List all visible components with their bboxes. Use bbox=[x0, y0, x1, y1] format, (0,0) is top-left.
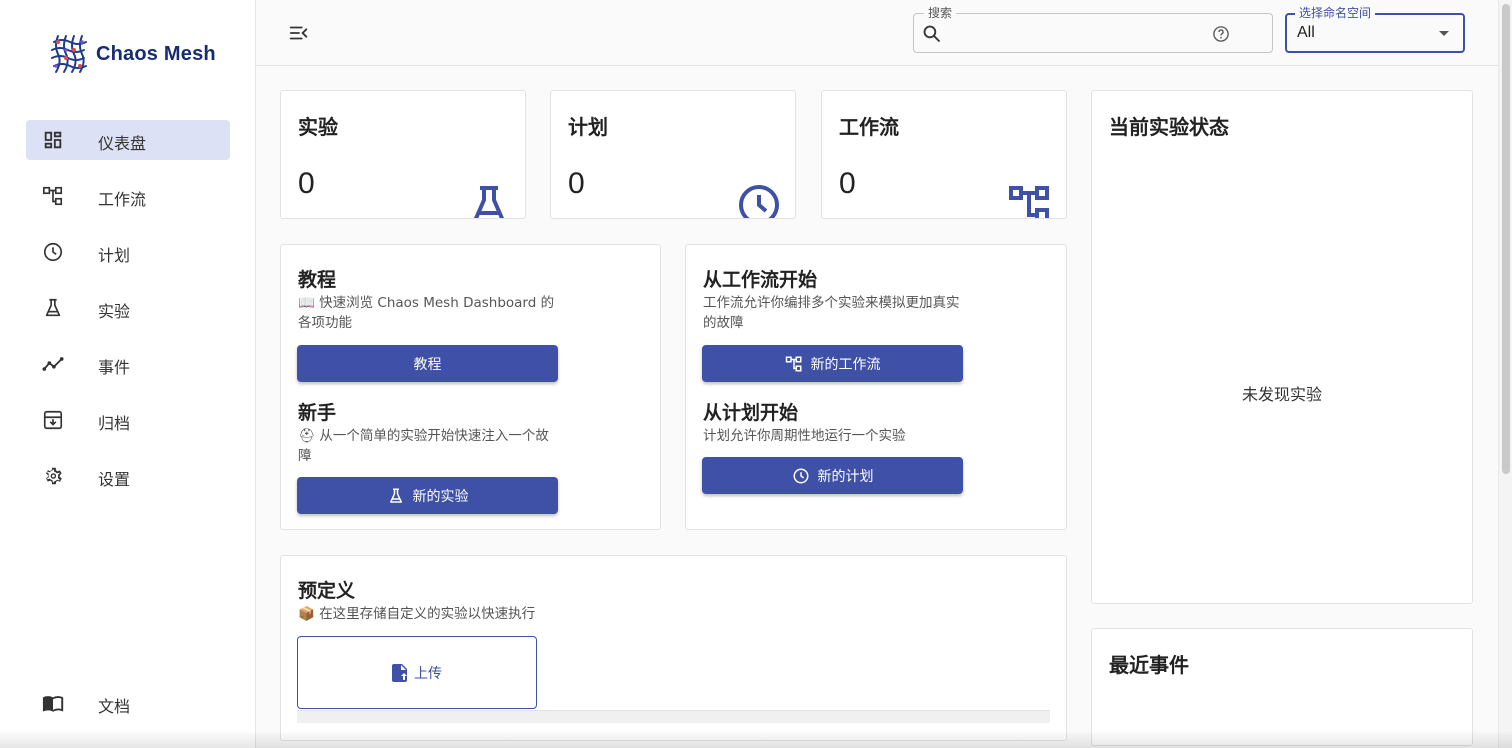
menu-collapse-icon[interactable] bbox=[288, 22, 310, 44]
stat-value: 0 bbox=[298, 167, 315, 200]
new-workflow-button[interactable]: 新的工作流 bbox=[702, 345, 963, 382]
sidebar-item-docs[interactable]: 文档 bbox=[26, 683, 230, 723]
stat-title: 工作流 bbox=[839, 115, 899, 139]
top-bar: 搜索 选择命名空间 All bbox=[256, 0, 1498, 66]
horizontal-scrollbar[interactable] bbox=[297, 710, 1050, 723]
predefined-desc: 📦 在这里存储自定义的实验以快速执行 bbox=[298, 606, 536, 622]
stat-card-experiments[interactable]: 实验 0 bbox=[280, 90, 526, 219]
sidebar-item-label: 实验 bbox=[98, 302, 131, 321]
workflow-start-title: 从工作流开始 bbox=[703, 269, 818, 291]
dashboard-icon bbox=[42, 129, 64, 151]
book-icon bbox=[42, 692, 64, 714]
sidebar-item-events[interactable]: 事件 bbox=[26, 344, 230, 384]
sidebar: Chaos Mesh 仪表盘 工作流 计划 实验 事件 归档 设置 文档 bbox=[0, 0, 256, 748]
sidebar-item-archives[interactable]: 归档 bbox=[26, 400, 230, 440]
archive-icon bbox=[42, 409, 64, 431]
upload-label: 上传 bbox=[414, 665, 442, 682]
sidebar-item-label: 归档 bbox=[98, 414, 131, 433]
newbie-title: 新手 bbox=[298, 402, 337, 424]
flask-icon bbox=[467, 183, 511, 218]
workflow-icon bbox=[42, 185, 64, 207]
tutorial-desc: 📖 快速浏览 Chaos Mesh Dashboard 的各项功能 bbox=[298, 295, 555, 331]
flask-icon bbox=[42, 297, 64, 319]
new-experiment-label: 新的实验 bbox=[412, 488, 469, 505]
sidebar-item-workflow[interactable]: 工作流 bbox=[26, 176, 230, 216]
welcome-card-tutorial: 教程 📖 快速浏览 Chaos Mesh Dashboard 的各项功能 教程 … bbox=[280, 244, 661, 530]
clock-icon bbox=[42, 241, 64, 263]
search-box[interactable]: 搜索 bbox=[913, 5, 1273, 53]
sidebar-item-schedule[interactable]: 计划 bbox=[26, 232, 230, 272]
namespace-value: All bbox=[1297, 24, 1315, 41]
stat-value: 0 bbox=[839, 167, 856, 200]
clock-icon bbox=[737, 183, 781, 218]
chaos-mesh-logo-icon bbox=[51, 35, 87, 73]
events-title: 最近事件 bbox=[1109, 653, 1189, 677]
gear-icon bbox=[42, 465, 64, 487]
new-workflow-label: 新的工作流 bbox=[810, 356, 881, 373]
workflow-icon bbox=[785, 356, 801, 371]
workflow-icon bbox=[1008, 183, 1052, 218]
stat-title: 实验 bbox=[298, 115, 338, 139]
namespace-select[interactable]: 选择命名空间 All bbox=[1285, 5, 1465, 53]
sidebar-item-label: 仪表盘 bbox=[98, 134, 147, 153]
new-schedule-label: 新的计划 bbox=[817, 468, 874, 485]
welcome-card-workflow: 从工作流开始 工作流允许你编排多个实验来模拟更加真实的故障 新的工作流 从计划开… bbox=[685, 244, 1067, 530]
flask-icon bbox=[389, 488, 402, 503]
caret-down-icon bbox=[1439, 31, 1449, 36]
new-schedule-button[interactable]: 新的计划 bbox=[702, 457, 963, 494]
predefined-card: 预定义 📦 在这里存储自定义的实验以快速执行 上传 bbox=[280, 555, 1067, 741]
schedule-start-title: 从计划开始 bbox=[703, 402, 799, 424]
search-icon bbox=[922, 24, 942, 44]
sidebar-item-label: 文档 bbox=[98, 697, 131, 716]
stat-value: 0 bbox=[568, 167, 585, 200]
search-legend: 搜索 bbox=[924, 5, 957, 21]
tutorial-button[interactable]: 教程 bbox=[297, 345, 558, 382]
sidebar-item-label: 设置 bbox=[98, 470, 131, 489]
stat-card-workflows[interactable]: 工作流 0 bbox=[821, 90, 1067, 219]
experiment-status-panel: 当前实验状态 未发现实验 bbox=[1091, 90, 1473, 604]
logo[interactable]: Chaos Mesh bbox=[46, 32, 216, 76]
sidebar-item-experiments[interactable]: 实验 bbox=[26, 288, 230, 328]
tutorial-title: 教程 bbox=[298, 269, 337, 291]
file-upload-icon bbox=[392, 663, 407, 682]
sidebar-item-dashboard[interactable]: 仪表盘 bbox=[26, 120, 230, 160]
new-experiment-button[interactable]: 新的实验 bbox=[297, 477, 558, 514]
vertical-scrollbar[interactable] bbox=[1498, 0, 1512, 748]
search-input[interactable] bbox=[948, 20, 1228, 46]
upload-button[interactable]: 上传 bbox=[297, 636, 537, 709]
newbie-desc: ⛑ 从一个简单的实验开始快速注入一个故障 bbox=[298, 428, 549, 464]
stat-card-schedules[interactable]: 计划 0 bbox=[550, 90, 796, 219]
schedule-start-desc: 计划允许你周期性地运行一个实验 bbox=[703, 428, 906, 444]
sidebar-item-label: 计划 bbox=[98, 246, 131, 265]
sidebar-item-settings[interactable]: 设置 bbox=[26, 456, 230, 496]
empty-message: 未发现实验 bbox=[1241, 385, 1322, 404]
clock-icon bbox=[793, 468, 808, 483]
sidebar-item-label: 工作流 bbox=[98, 190, 147, 209]
app-name: Chaos Mesh bbox=[96, 42, 216, 65]
stat-title: 计划 bbox=[568, 115, 608, 139]
sidebar-item-label: 事件 bbox=[98, 358, 131, 377]
scrollbar-thumb[interactable] bbox=[1502, 4, 1510, 474]
predefined-title: 预定义 bbox=[298, 580, 356, 602]
workflow-start-desc: 工作流允许你编排多个实验来模拟更加真实的故障 bbox=[703, 295, 960, 331]
timeline-icon bbox=[42, 353, 64, 375]
namespace-legend: 选择命名空间 bbox=[1295, 5, 1376, 21]
recent-events-panel: 最近事件 bbox=[1091, 628, 1473, 746]
tutorial-button-label: 教程 bbox=[413, 356, 442, 373]
help-icon[interactable] bbox=[1212, 25, 1230, 43]
status-title: 当前实验状态 bbox=[1109, 115, 1229, 139]
